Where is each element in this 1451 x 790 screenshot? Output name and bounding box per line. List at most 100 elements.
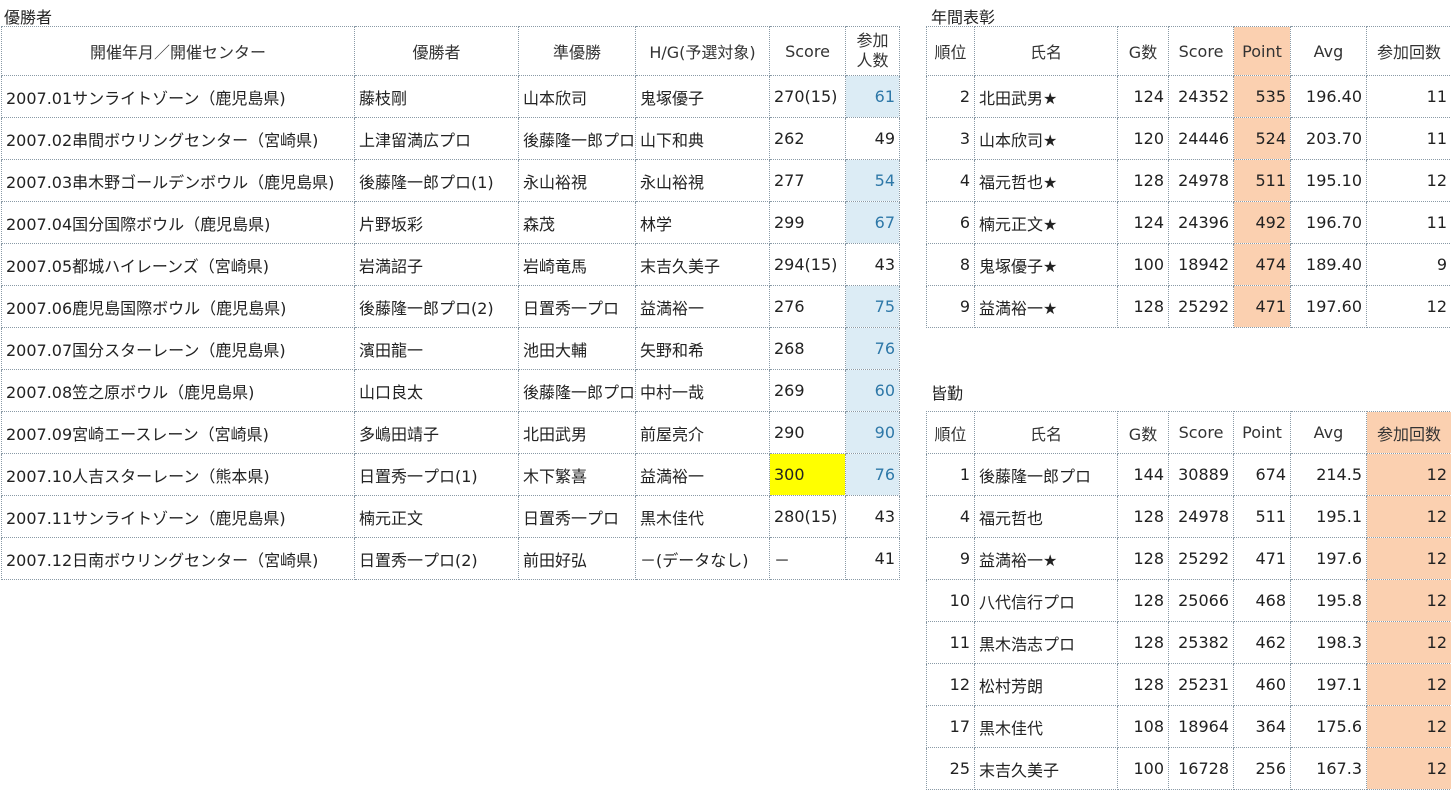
score-cell: 24446 [1168,117,1234,160]
avg-cell: 196.40 [1290,75,1367,118]
point-cell: 256 [1233,747,1291,790]
rank-cell: 10 [926,579,975,622]
point-cell: 364 [1233,705,1291,748]
score-cell: 24396 [1168,201,1234,244]
point-cell: 474 [1233,243,1291,286]
count-cell: 11 [1366,75,1451,118]
rank-cell: 4 [926,495,975,538]
score-cell: 280(15) [769,495,846,538]
table-row: 17 黒木佳代 108 18964 364 175.6 12 [926,705,1451,748]
header-rank: 順位 [926,26,975,76]
table-row: 2007.04国分国際ボウル（鹿児島県) 片野坂彩 森茂 林学 299 67 [1,201,900,244]
runner-up-cell: 後藤隆一郎プロ [518,369,636,412]
perfect-header-row: 順位 氏名 G数 Score Point Avg 参加回数 [926,411,1451,454]
annual-award-table: 順位 氏名 G数 Score Point Avg 参加回数 2 北田武男★ 124 2… [926,26,1451,328]
table-row: 4 福元哲也★ 128 24978 511 195.10 12 [926,159,1451,202]
name-cell: 黒木浩志プロ [974,621,1118,664]
header-participants: 参加 人数 [845,26,900,76]
participants-cell: 43 [845,243,900,286]
hg-cell: 山下和典 [635,117,770,160]
header-score: Score [769,26,846,76]
hg-cell: 林学 [635,201,770,244]
runner-up-cell: 森茂 [518,201,636,244]
runner-up-cell: 日置秀一プロ [518,285,636,328]
score-cell: 290 [769,411,846,454]
table-row: 9 益満裕一★ 128 25292 471 197.6 12 [926,537,1451,580]
winner-cell: 片野坂彩 [354,201,519,244]
runner-up-cell: 岩崎竜馬 [518,243,636,286]
participants-cell: 90 [845,411,900,454]
winner-cell: 山口良太 [354,369,519,412]
participants-cell: 54 [845,159,900,202]
header-rank: 順位 [926,411,975,454]
point-cell: 468 [1233,579,1291,622]
games-cell: 128 [1117,537,1169,580]
table-row: 2007.11サンライトゾーン（鹿児島県) 楠元正文 日置秀一プロ 黒木佳代 280(1… [1,495,900,538]
score-cell: 294(15) [769,243,846,286]
header-participants-line2: 人数 [856,51,889,70]
rank-cell: 9 [926,285,975,328]
count-cell: 12 [1366,705,1451,748]
name-cell: 益満裕一★ [974,537,1118,580]
event-cell: 2007.03串木野ゴールデンボウル（鹿児島県) [1,159,355,202]
table-row: 6 楠元正文★ 124 24396 492 196.70 11 [926,201,1451,244]
event-cell: 2007.04国分国際ボウル（鹿児島県) [1,201,355,244]
avg-cell: 175.6 [1290,705,1367,748]
rank-cell: 11 [926,621,975,664]
games-cell: 128 [1117,621,1169,664]
winners-title: 優勝者 [4,8,53,27]
winners-table: 開催年月／開催センター 優勝者 準優勝 H/G(予選対象) Score 参加 人… [1,26,900,580]
name-cell: 福元哲也★ [974,159,1118,202]
header-point: Point [1233,26,1291,76]
participants-cell: 60 [845,369,900,412]
name-cell: 後藤隆一郎プロ [974,453,1118,496]
avg-cell: 195.8 [1290,579,1367,622]
table-row: 12 松村芳朗 128 25231 460 197.1 12 [926,663,1451,706]
header-score: Score [1168,411,1234,454]
name-cell: 山本欣司★ [974,117,1118,160]
count-cell: 11 [1366,201,1451,244]
hg-cell: －(データなし) [635,537,770,580]
event-cell: 2007.09宮崎エースレーン（宮崎県) [1,411,355,454]
score-cell: 270(15) [769,75,846,118]
winner-cell: 後藤隆一郎プロ(2) [354,285,519,328]
winners-header-row: 開催年月／開催センター 優勝者 準優勝 H/G(予選対象) Score 参加 人… [1,26,900,76]
games-cell: 128 [1117,495,1169,538]
hg-cell: 益満裕一 [635,453,770,496]
games-cell: 144 [1117,453,1169,496]
count-cell: 12 [1366,747,1451,790]
point-cell: 674 [1233,453,1291,496]
participants-cell: 76 [845,327,900,370]
point-cell: 471 [1233,285,1291,328]
participants-cell: 76 [845,453,900,496]
avg-cell: 203.70 [1290,117,1367,160]
table-row: 2007.01サンライトゾーン（鹿児島県) 藤枝剛 山本欣司 鬼塚優子 270(15) 6… [1,75,900,118]
participants-cell: 49 [845,117,900,160]
header-hg: H/G(予選対象) [635,26,770,76]
annual-header-row: 順位 氏名 G数 Score Point Avg 参加回数 [926,26,1451,76]
score-cell: 18942 [1168,243,1234,286]
table-row: 10 八代信行プロ 128 25066 468 195.8 12 [926,579,1451,622]
table-row: 11 黒木浩志プロ 128 25382 462 198.3 12 [926,621,1451,664]
score-cell: 18964 [1168,705,1234,748]
table-row: 1 後藤隆一郎プロ 144 30889 674 214.5 12 [926,453,1451,496]
games-cell: 128 [1117,285,1169,328]
name-cell: 松村芳朗 [974,663,1118,706]
count-cell: 12 [1366,537,1451,580]
header-participants-line1: 参加 [856,31,889,50]
winner-cell: 濱田龍一 [354,327,519,370]
header-event: 開催年月／開催センター [1,26,355,76]
count-cell: 11 [1366,117,1451,160]
games-cell: 100 [1117,243,1169,286]
participants-cell: 67 [845,201,900,244]
point-cell: 535 [1233,75,1291,118]
score-cell: 24352 [1168,75,1234,118]
winner-cell: 後藤隆一郎プロ(1) [354,159,519,202]
count-cell: 12 [1366,159,1451,202]
rank-cell: 25 [926,747,975,790]
name-cell: 楠元正文★ [974,201,1118,244]
hg-cell: 益満裕一 [635,285,770,328]
table-row: 3 山本欣司★ 120 24446 524 203.70 11 [926,117,1451,160]
header-games: G数 [1117,26,1169,76]
name-cell: 福元哲也 [974,495,1118,538]
